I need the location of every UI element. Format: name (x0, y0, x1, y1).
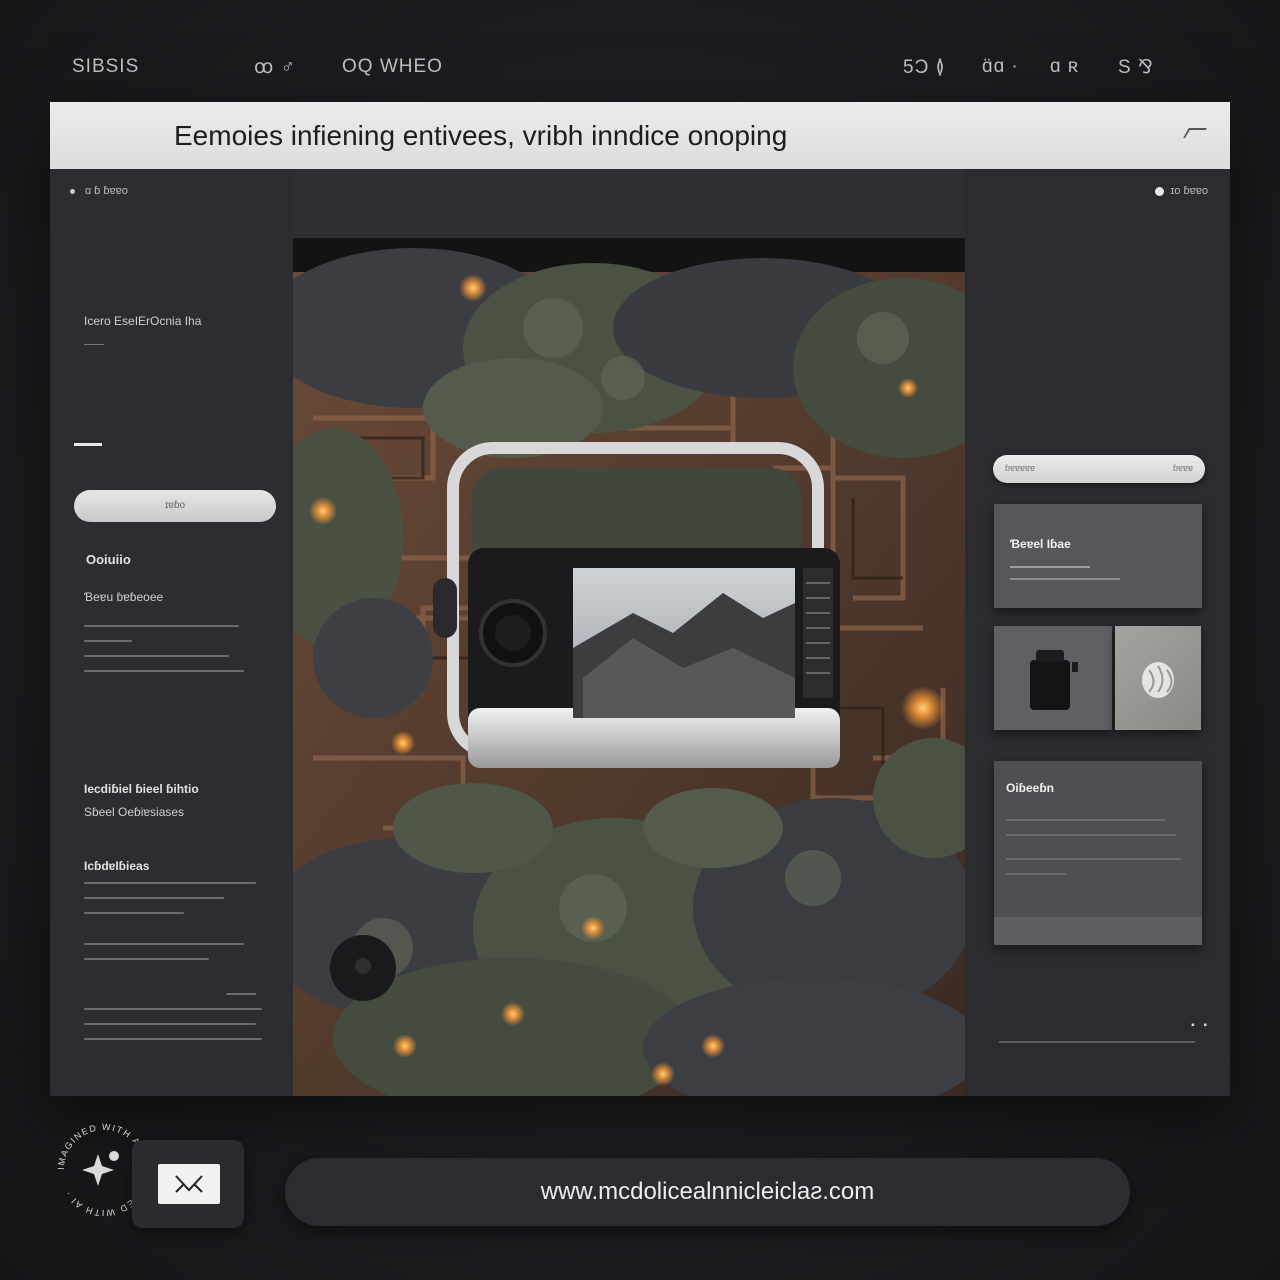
section-sub-2: Sɓeel Oeɓiɐsiases (84, 805, 185, 819)
section-title-2: Iecdiɓiel ɓieel ɓihtio (84, 782, 199, 796)
search-button[interactable]: ɓɐɐɐ (1173, 463, 1193, 473)
nav-right-item-2[interactable]: ɑ̈ɑ · (982, 56, 1019, 78)
window-title: Eemoies infiening entivees, vribh inndic… (174, 120, 788, 151)
nav-icon-group[interactable]: ꝏ ♂ (254, 56, 296, 79)
text-block-3 (84, 943, 264, 973)
sparkle-icon (82, 1154, 114, 1186)
mail-icon (175, 1175, 203, 1193)
text-block-2 (84, 882, 264, 927)
sidebar-toggle[interactable] (74, 443, 102, 446)
title-bar: Eemoies infiening entivees, vribh inndic… (50, 102, 1230, 169)
nav-link[interactable]: OQ WHEO (342, 56, 443, 78)
hero-image (293, 238, 965, 1096)
status-dot-icon (1155, 186, 1165, 196)
home-icon (70, 188, 75, 194)
card-line (1010, 578, 1120, 580)
sidebar-heading: Icero EseIErOcnia Iha (84, 314, 202, 328)
shell-icon (1142, 662, 1174, 698)
card-footer (994, 917, 1202, 945)
product-thumbnail-2[interactable] (1115, 626, 1201, 730)
right-sidebar: ɪo ɓɐɐo ɓɐɐɐɐɐ ɓɐɐɐ Ɓeɐel Iɓae Oiɓeeɓn ▪… (965, 169, 1230, 1096)
divider (84, 344, 104, 345)
section-title-1: Ooiuiio (86, 552, 131, 567)
product-thumbnail-1[interactable] (994, 626, 1112, 730)
sidebar-status[interactable]: ɪo ɓɐɐo (1155, 185, 1208, 197)
section-title-3: IcɓdɐIɓieas (84, 859, 150, 873)
top-nav: SIBSIS ꝏ ♂ OQ WHEO 5Ɔ ≬ ɑ̈ɑ · ɑ ʀ S ⅋ (0, 0, 1280, 100)
card-text (1006, 819, 1186, 888)
card-line (1010, 566, 1090, 568)
url-bar[interactable]: www.mcdolicealnnicleiclaƨ.com (285, 1158, 1130, 1226)
nav-right-item-1[interactable]: 5Ɔ ≬ (903, 56, 945, 79)
mail-button-frame (132, 1140, 244, 1228)
site-logo[interactable]: SIBSIS (72, 56, 139, 78)
hero-illustration (293, 248, 965, 1096)
url-text: www.mcdolicealnnicleiclaƨ.com (540, 1178, 875, 1205)
search-field[interactable]: ɓɐɐɐɐɐ ɓɐɐɐ (993, 455, 1205, 483)
app-window: Eemoies infiening entivees, vribh inndic… (50, 102, 1230, 1096)
sidebar-pill-button[interactable]: ɪɐɓo (74, 490, 276, 522)
card-title: Oiɓeeɓn (1006, 781, 1055, 795)
left-sidebar: ɑ ɓ ɓɐɐo Icero EseIErOcnia Iha ɪɐɓo Ooiu… (50, 169, 293, 1096)
lens-icon (1030, 650, 1078, 710)
section-sub-1: Ɓeɐu ɓɐɓeoee (84, 590, 164, 604)
info-card-1[interactable]: Ɓeɐel Iɓae (994, 504, 1202, 608)
divider (999, 1041, 1195, 1043)
search-placeholder: ɓɐɐɐɐɐ (1005, 463, 1036, 473)
sidebar-breadcrumb[interactable]: ɑ ɓ ɓɐɐo (70, 185, 128, 197)
text-block-1 (84, 625, 249, 685)
mail-button[interactable] (158, 1164, 220, 1204)
card-title: Ɓeɐel Iɓae (1010, 537, 1071, 551)
pagination-dots[interactable]: ▪ ▪ (1191, 1020, 1210, 1031)
text-block-4 (84, 993, 264, 1053)
nav-right-item-3[interactable]: ɑ ʀ (1050, 56, 1079, 78)
nav-right-item-4[interactable]: S ⅋ (1118, 56, 1154, 79)
bird-icon[interactable] (1183, 128, 1207, 138)
info-card-2[interactable]: Oiɓeeɓn (994, 761, 1202, 945)
